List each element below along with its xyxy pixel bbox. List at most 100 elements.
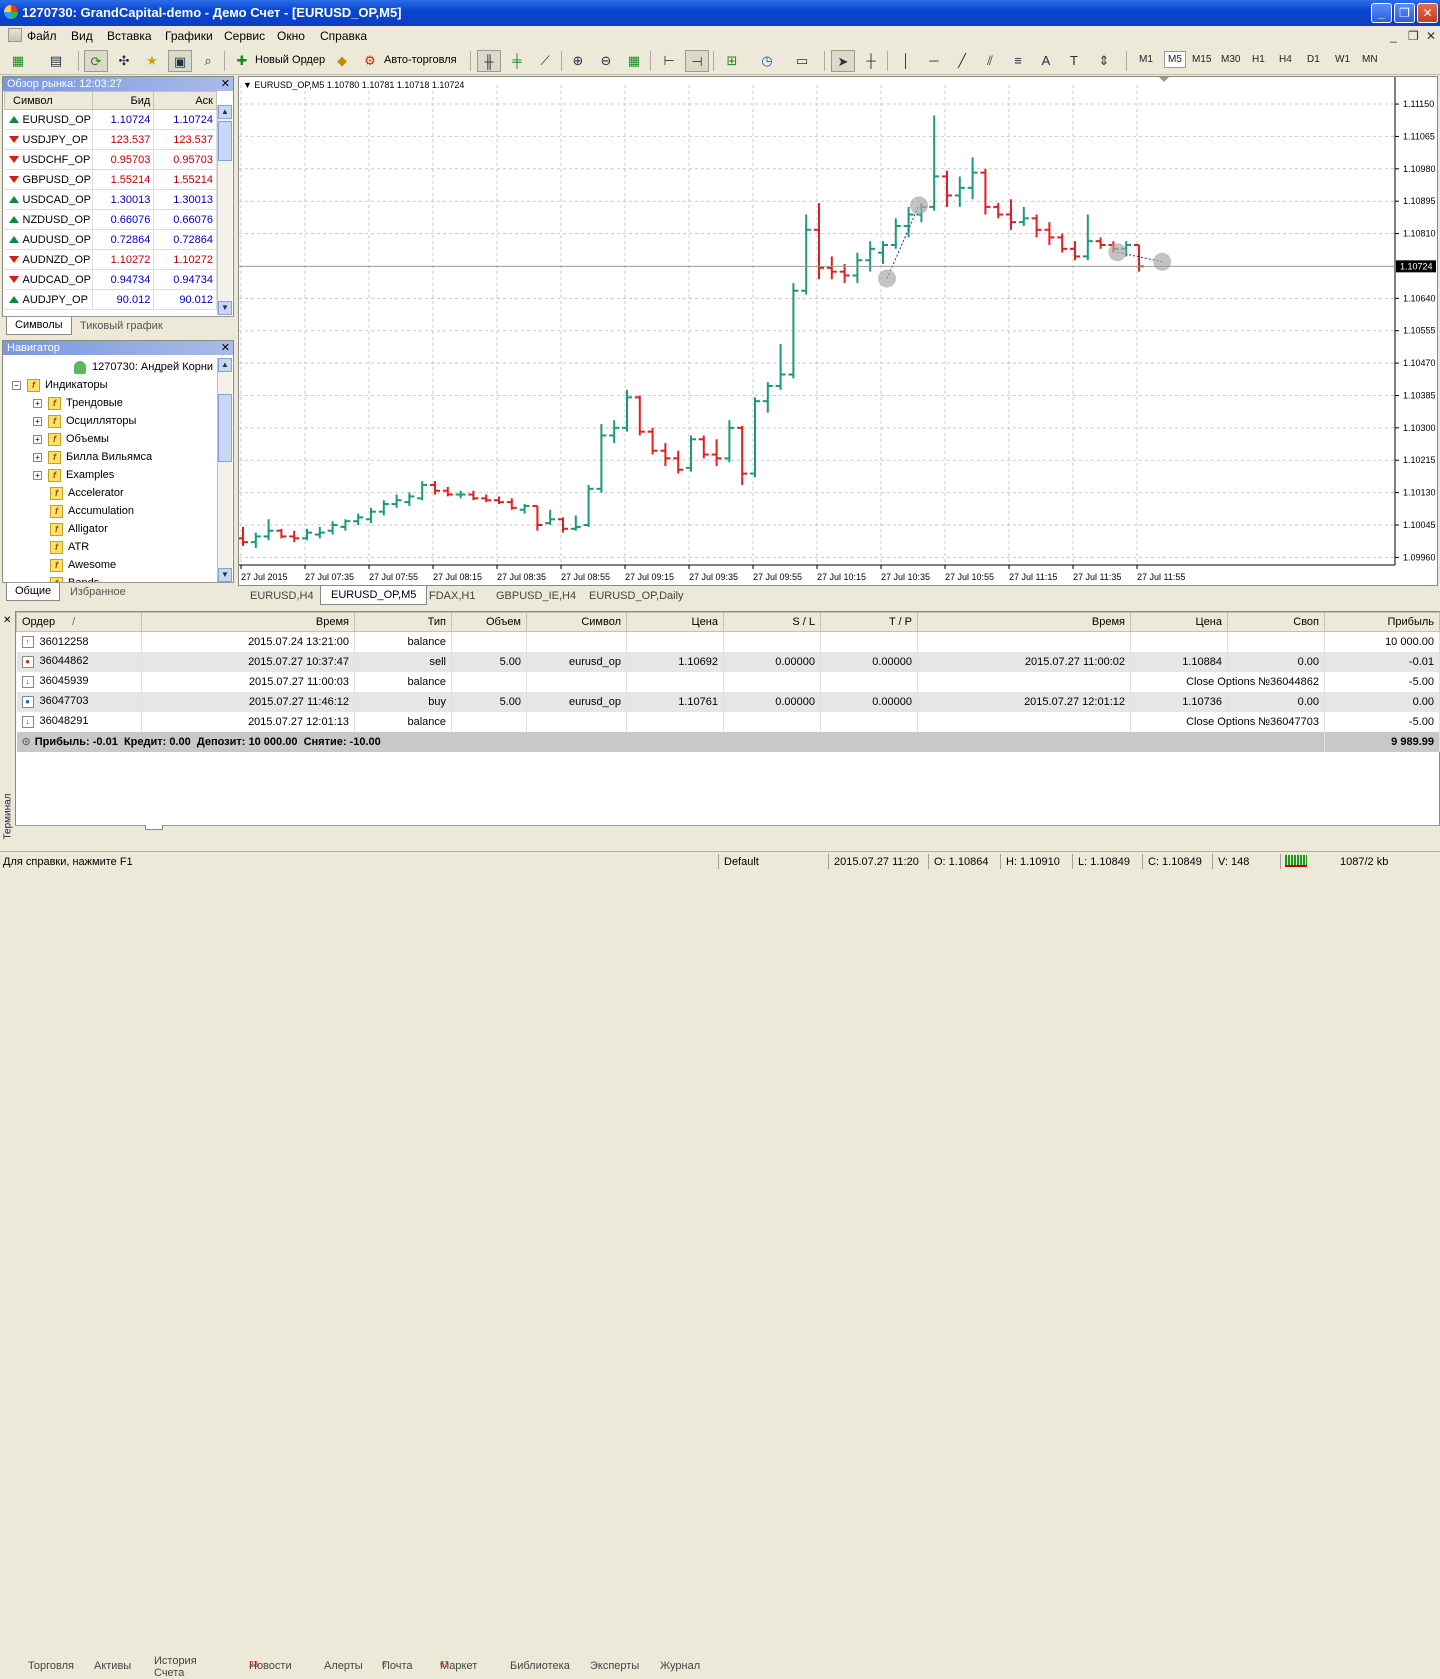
market-watch-row[interactable]: USDJPY_OP 123.537 123.537 [4, 129, 217, 150]
menu-help[interactable]: Справка [320, 29, 367, 43]
scroll-thumb[interactable] [218, 394, 232, 462]
expand-icon[interactable]: + [33, 470, 42, 480]
strategy-tester-icon[interactable]: ⌕ [196, 50, 220, 72]
timeframe-m5[interactable]: M5 [1164, 51, 1186, 68]
auto-trading-button[interactable]: Авто-торговля [384, 54, 457, 66]
expand-icon[interactable]: + [33, 434, 42, 444]
navigator-scrollbar[interactable]: ▲ ▼ [217, 358, 232, 582]
navigator-group[interactable]: + f Билла Вильямса [33, 448, 152, 466]
terminal-close-icon[interactable]: ✕ [3, 615, 11, 626]
market-watch-row[interactable]: AUDNZD_OP 1.10272 1.10272 [4, 249, 217, 270]
auto-trading-icon[interactable]: ⚙ [358, 50, 382, 72]
chart-tab[interactable]: GBPUSD_IE,H4 [496, 590, 576, 602]
scroll-thumb[interactable] [218, 121, 232, 161]
market-watch-row[interactable]: EURUSD_OP 1.10724 1.10724 [4, 109, 217, 130]
column-order[interactable]: Ордер / [16, 612, 142, 632]
symbol-cell[interactable]: USDCAD_OP [4, 189, 93, 210]
navigator-indicator[interactable]: f Alligator [50, 520, 108, 538]
menu-charts[interactable]: Графики [165, 29, 213, 43]
symbol-cell[interactable]: AUDCAD_OP [4, 269, 93, 290]
chart-window[interactable]: 1.11150 1.11065 1.10980 1.10895 1.10810 1.106… [238, 76, 1438, 586]
new-order-icon[interactable]: ✚ [230, 50, 254, 72]
horizontal-line-icon[interactable]: ─ [922, 50, 946, 72]
symbol-cell[interactable]: USDCHF_OP [4, 149, 93, 170]
chart-tab[interactable]: EURUSD,H4 [250, 590, 314, 602]
timeframe-h1[interactable]: H1 [1252, 54, 1265, 65]
market-watch-row[interactable]: NZDUSD_OP 0.66076 0.66076 [4, 209, 217, 230]
symbol-cell[interactable]: AUDNZD_OP [4, 249, 93, 270]
column-symbol[interactable]: Символ [526, 612, 627, 632]
candlestick-icon[interactable]: ╪ [505, 50, 529, 72]
expand-icon[interactable]: + [33, 398, 42, 408]
market-watch-row[interactable]: USDCAD_OP 1.30013 1.30013 [4, 189, 217, 210]
column-time[interactable]: Время [141, 612, 355, 632]
navigator-indicators[interactable]: − f Индикаторы [12, 376, 108, 394]
text-label-icon[interactable]: T [1062, 50, 1086, 72]
symbol-cell[interactable]: GBPUSD_OP [4, 169, 93, 190]
symbol-cell[interactable]: AUDUSD_OP [4, 229, 93, 250]
column-close-price[interactable]: Цена [1130, 612, 1228, 632]
vertical-line-icon[interactable]: │ [894, 50, 918, 72]
metaeditor-icon[interactable]: ◆ [330, 50, 354, 72]
market-watch-row[interactable]: AUDCAD_OP 0.94734 0.94734 [4, 269, 217, 290]
column-swap[interactable]: Своп [1227, 612, 1325, 632]
column-close-time[interactable]: Время [917, 612, 1131, 632]
tile-windows-icon[interactable]: ▦ [622, 50, 646, 72]
collapse-icon[interactable]: − [12, 380, 21, 390]
zoom-out-icon[interactable]: ⊖ [594, 50, 618, 72]
symbol-cell[interactable]: NZDUSD_OP [4, 209, 93, 230]
cursor-icon[interactable]: ➤ [831, 50, 855, 72]
expand-icon[interactable]: + [33, 452, 42, 462]
navigator-group[interactable]: + f Объемы [33, 430, 109, 448]
tab-common[interactable]: Общие [6, 583, 61, 601]
timeframe-w1[interactable]: W1 [1335, 54, 1350, 65]
history-row[interactable]: ● 36047703 2015.07.27 11:46:12 buy 5.00 eurus… [16, 691, 1440, 712]
menu-tools[interactable]: Сервис [224, 29, 265, 43]
column-ask[interactable]: Аск [153, 91, 217, 110]
navigator-icon[interactable]: ★ [140, 50, 164, 72]
scroll-up-icon[interactable]: ▲ [218, 105, 232, 119]
scroll-up-icon[interactable]: ▲ [218, 358, 232, 372]
mdi-close-icon[interactable]: ✕ [1426, 29, 1436, 43]
navigator-close-icon[interactable]: ✕ [221, 341, 230, 355]
mdi-minimize-icon[interactable]: _ [1390, 29, 1397, 43]
timeframe-mn[interactable]: MN [1362, 54, 1378, 65]
new-chart-icon[interactable]: ▦ [6, 50, 30, 72]
column-tp[interactable]: T / P [820, 612, 918, 632]
connection-icon[interactable] [1285, 855, 1307, 867]
menu-window[interactable]: Окно [277, 29, 305, 43]
symbol-cell[interactable]: EURUSD_OP [4, 109, 93, 130]
timeframe-m30[interactable]: M30 [1221, 54, 1240, 65]
menu-insert[interactable]: Вставка [107, 29, 152, 43]
timeframe-h4[interactable]: H4 [1279, 54, 1292, 65]
market-watch-scrollbar[interactable]: ▲ ▼ [217, 105, 232, 315]
terminal-tab[interactable]: История Счета [145, 825, 197, 1679]
menu-file[interactable]: Файл [27, 29, 57, 43]
close-button[interactable]: ✕ [1417, 3, 1438, 23]
symbol-cell[interactable]: USDJPY_OP [4, 129, 93, 150]
tab-tick-chart[interactable]: Тиковый график [80, 320, 163, 332]
expand-icon[interactable]: + [33, 416, 42, 426]
navigator-account[interactable]: 1270730: Андрей Корни [74, 358, 213, 376]
menu-view[interactable]: Вид [71, 29, 93, 43]
column-profit[interactable]: Прибыль [1324, 612, 1440, 632]
arrows-icon[interactable]: ⇕ [1092, 50, 1116, 72]
timeframe-m1[interactable]: M1 [1139, 54, 1153, 65]
line-chart-icon[interactable]: ⟋ [533, 50, 557, 72]
navigator-group[interactable]: + f Осцилляторы [33, 412, 136, 430]
timeframe-m15[interactable]: M15 [1192, 54, 1211, 65]
chart-tab[interactable]: EURUSD_OP,M5 [320, 586, 428, 605]
market-watch-toggle-icon[interactable]: ⟳ [84, 50, 108, 72]
timeframe-d1[interactable]: D1 [1307, 54, 1320, 65]
market-watch-row[interactable]: AUDJPY_OP 90.012 90.012 [4, 289, 217, 310]
navigator-group[interactable]: + f Трендовые [33, 394, 123, 412]
navigator-group[interactable]: + f Examples [33, 466, 114, 484]
market-watch-row[interactable]: USDCHF_OP 0.95703 0.95703 [4, 149, 217, 170]
navigator-indicator[interactable]: f Accelerator [50, 484, 124, 502]
market-watch-close-icon[interactable]: ✕ [221, 77, 230, 91]
tab-symbols[interactable]: Символы [6, 317, 72, 335]
trendline-icon[interactable]: ╱ [950, 50, 974, 72]
navigator-indicator[interactable]: fBands [50, 574, 99, 582]
market-watch-row[interactable]: GBPUSD_OP 1.55214 1.55214 [4, 169, 217, 190]
navigator-indicator[interactable]: f ATR [50, 538, 89, 556]
